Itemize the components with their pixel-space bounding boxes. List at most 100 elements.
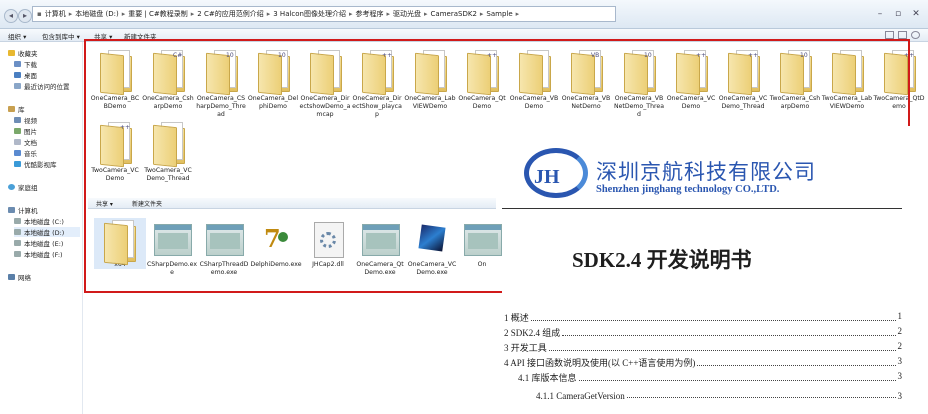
preview-pane-icon[interactable]	[898, 31, 907, 39]
secondary-share-button[interactable]: 共享 ▾	[96, 199, 113, 208]
toc-page: 2	[897, 341, 903, 351]
crumb-0[interactable]: 计算机	[45, 9, 66, 19]
sidebar-item-drive-d[interactable]: 本地磁盘 (D:)	[14, 227, 80, 237]
crumb-2[interactable]: 重要 | C#教程录制	[128, 9, 188, 19]
folder-icon: C#	[151, 48, 185, 96]
folder-item[interactable]: 10 OneCamera_CSharpDemo_Thread	[195, 48, 247, 119]
folder-icon: ++	[882, 48, 916, 96]
sidebar-item-youku[interactable]: 优酷影视库	[14, 159, 57, 169]
forward-button[interactable]: ▸	[18, 9, 32, 23]
sidebar-item-recent[interactable]: 最近访问的位置	[14, 81, 70, 91]
minimize-button[interactable]: –	[874, 9, 886, 20]
maximize-button[interactable]: ▫	[892, 9, 904, 20]
music-icon	[14, 150, 21, 156]
star-icon	[8, 50, 15, 56]
folder-label: OneCamera_VBNetDemo	[561, 95, 611, 110]
help-icon[interactable]	[911, 31, 920, 39]
library-icon	[8, 106, 15, 112]
toc-page: 3	[897, 391, 903, 401]
folder-icon: ++	[674, 48, 708, 96]
folder-item[interactable]: OneCamera_LabVIEWDemo	[404, 48, 456, 111]
sidebar-item-music[interactable]: 音乐	[14, 148, 37, 158]
sidebar-item-libraries[interactable]: 库	[8, 104, 25, 114]
crumb-1[interactable]: 本地磁盘 (D:)	[75, 9, 118, 19]
toc-text: 3 开发工具	[504, 343, 547, 353]
file-item[interactable]: CSharpThreadDemo.exe	[198, 218, 250, 277]
back-button[interactable]: ◂	[4, 9, 18, 23]
picture-icon	[14, 128, 21, 134]
folder-icon: 10	[778, 48, 812, 96]
address-bar-area: ◂ ▸ ▪ 计算机 ▸ 本地磁盘 (D:) ▸ 重要 | C#教程录制 ▸ 2 C#的…	[0, 0, 928, 29]
file-item[interactable]: 7 DelphiDemo.exe	[250, 218, 302, 269]
folder-item[interactable]: OneCamera_VBDemo	[508, 48, 560, 111]
folder-item[interactable]: TwoCamera_VCDemo_Thread	[142, 120, 194, 183]
file-item[interactable]: OneCamera_VCDemo.exe	[406, 218, 458, 277]
new-folder-button[interactable]: 新建文件夹	[124, 31, 157, 41]
folder-item[interactable]: ++ TwoCamera_QtDemo	[873, 48, 925, 111]
file-item[interactable]: On	[456, 218, 508, 269]
folder-item[interactable]: OneCamera_BCBDemo	[89, 48, 141, 111]
sidebar-item-drive-e[interactable]: 本地磁盘 (E:)	[14, 238, 63, 248]
file-item[interactable]: x64	[94, 218, 146, 269]
folder-item[interactable]: C# OneCamera_CsharpDemo	[142, 48, 194, 111]
sidebar-item-drive-c[interactable]: 本地磁盘 (C:)	[14, 216, 64, 226]
breadcrumb[interactable]: ▪ 计算机 ▸ 本地磁盘 (D:) ▸ 重要 | C#教程录制 ▸ 2 C#的应用范例…	[32, 6, 616, 22]
sidebar-item-computer[interactable]: 计算机	[8, 205, 38, 215]
sidebar-item-downloads[interactable]: 下载	[14, 59, 37, 69]
sidebar-item-documents[interactable]: 文档	[14, 137, 37, 147]
crumb-3[interactable]: 2 C#的应用范例介绍	[197, 9, 263, 19]
toc-page: 3	[897, 356, 903, 366]
crumb-8[interactable]: Sample	[486, 10, 512, 18]
sidebar-item-network[interactable]: 网络	[8, 272, 31, 282]
sidebar-item-videos[interactable]: 视频	[14, 115, 37, 125]
document-icon	[14, 139, 21, 145]
folder-item[interactable]: ++ OneCamera_QtDemo	[456, 48, 508, 111]
folder-item[interactable]: ++ OneCamera_VCDemo_Thread	[717, 48, 769, 111]
folder-item[interactable]: ++ OneCamera_DirectShow_playcap	[351, 48, 403, 119]
share-button[interactable]: 共享 ▾	[94, 31, 112, 41]
folder-item[interactable]: 10 TwoCamera_CsharpDemo	[769, 48, 821, 111]
file-item[interactable]: OneCamera_QtDemo.exe	[354, 218, 406, 277]
folder-badge: ++	[487, 52, 498, 59]
close-button[interactable]: ✕	[910, 9, 922, 20]
recent-icon	[14, 83, 21, 89]
view-options-icon[interactable]	[885, 31, 894, 39]
toc-entry[interactable]: 3 开发工具 2	[504, 341, 902, 354]
toc-entry[interactable]: 1 概述 1	[504, 311, 902, 324]
folder-item[interactable]: 10 OneCamera_DelphiDemo	[247, 48, 299, 111]
folder-label: TwoCamera_VCDemo_Thread	[144, 167, 192, 182]
toc-entry[interactable]: 4.1 库版本信息 3	[518, 371, 902, 384]
folder-item[interactable]: ++ OneCamera_VCDemo	[665, 48, 717, 111]
folder-item[interactable]: TwoCamera_LabVIEWDemo	[821, 48, 873, 111]
sidebar-item-pictures[interactable]: 图片	[14, 126, 37, 136]
secondary-new-folder-button[interactable]: 新建文件夹	[132, 199, 162, 208]
sidebar-item-favorites[interactable]: 收藏夹	[8, 48, 38, 58]
folder-item[interactable]: VB OneCamera_VBNetDemo	[560, 48, 612, 111]
sidebar-item-drive-f[interactable]: 本地磁盘 (F:)	[14, 249, 63, 259]
crumb-5[interactable]: 参考程序	[356, 9, 384, 19]
crumb-4[interactable]: 3 Halcon图像处理介绍	[273, 9, 346, 19]
folder-label: TwoCamera_VCDemo	[91, 167, 139, 182]
folder-icon: ++	[360, 48, 394, 96]
folder-item[interactable]: ++ TwoCamera_VCDemo	[89, 120, 141, 183]
window-icon	[204, 218, 244, 258]
crumb-7[interactable]: CameraSDK2	[431, 10, 477, 18]
toc-leader	[548, 341, 896, 351]
toc-leader	[626, 391, 896, 398]
crumb-6[interactable]: 驱动光盘	[393, 9, 421, 19]
folder-item[interactable]: 10 OneCamera_VBNetDemo_Thread	[613, 48, 665, 119]
toc-entry[interactable]: 4 API 接口函数说明及使用(以 C++语言使用为例) 3	[504, 356, 902, 369]
include-in-library-button[interactable]: 包含到库中 ▾	[42, 31, 80, 41]
organize-button[interactable]: 组织 ▾	[8, 31, 26, 41]
folder-label: OneCamera_CsharpDemo	[142, 95, 194, 110]
folder-label: OneCamera_VBNetDemo_Thread	[613, 95, 665, 118]
file-item[interactable]: CSharpDemo.exe	[146, 218, 198, 277]
folder-item[interactable]: OneCamera_DirectshowDemo_amcap	[299, 48, 351, 119]
sidebar-item-desktop[interactable]: 桌面	[14, 70, 37, 80]
file-item[interactable]: JHCap2.dll	[302, 218, 354, 269]
toc-entry[interactable]: 2 SDK2.4 组成 2	[504, 326, 902, 339]
sidebar-item-homegroup[interactable]: 家庭组	[8, 182, 38, 192]
file-label: CSharpDemo.exe	[146, 261, 198, 276]
network-icon	[8, 274, 15, 280]
toc-entry[interactable]: 4.1.1 CameraGetVersion 3	[536, 391, 902, 401]
